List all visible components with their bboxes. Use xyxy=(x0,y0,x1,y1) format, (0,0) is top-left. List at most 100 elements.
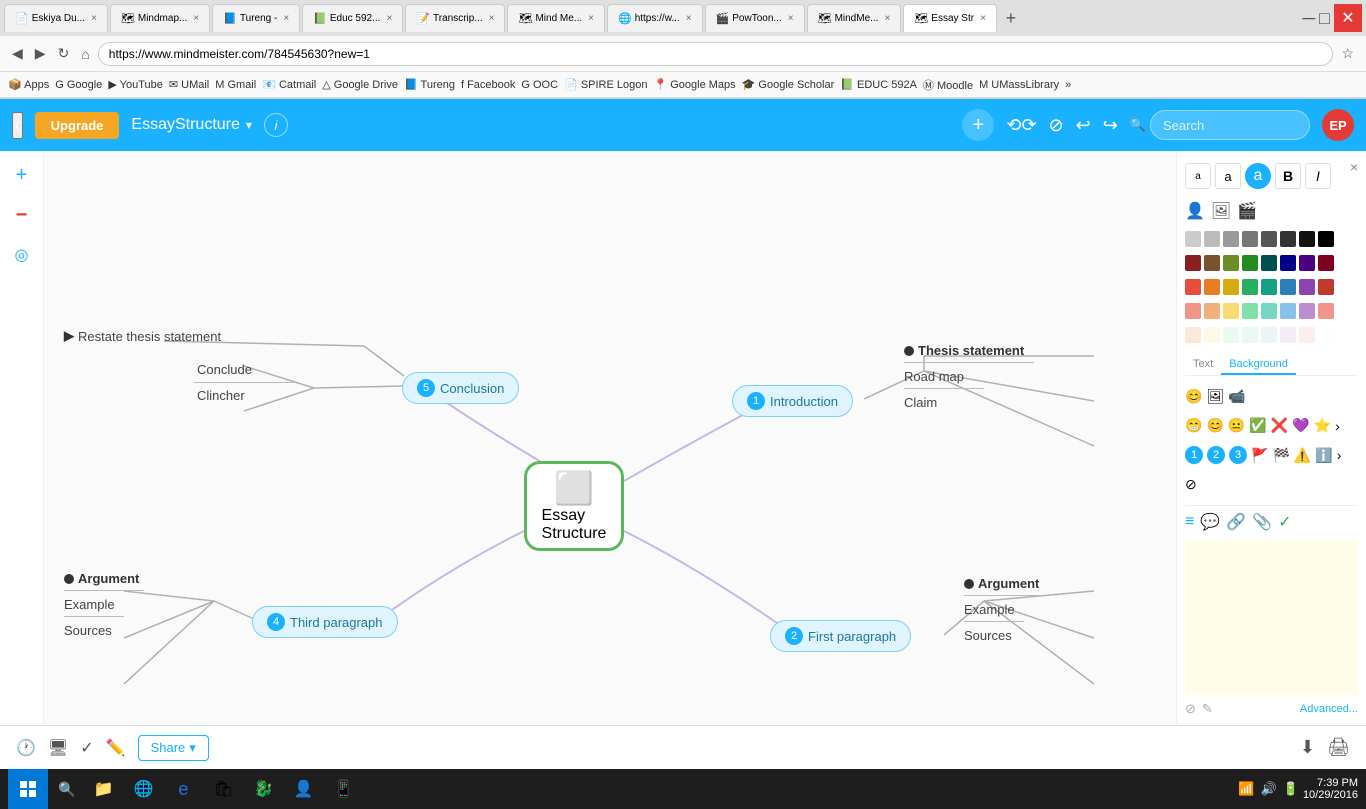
color-swatch-r1[interactable] xyxy=(1185,255,1201,271)
text-size-small-btn[interactable]: a xyxy=(1185,163,1211,189)
tab-mindmap1[interactable]: 🗺Mindmap...× xyxy=(110,4,210,32)
taskbar-app1[interactable]: 🐉 xyxy=(245,771,281,807)
tab-eskiya[interactable]: 📄Eskiya Du...× xyxy=(4,4,108,32)
smiley-icon[interactable]: 😊 xyxy=(1185,388,1202,405)
check-button[interactable]: ✓ xyxy=(80,738,93,758)
image-icon[interactable]: 🖼 xyxy=(1211,201,1231,221)
road-map-item[interactable]: Road map xyxy=(904,367,1034,386)
tab-background[interactable]: Background xyxy=(1221,355,1296,375)
argument-tp-label[interactable]: Argument xyxy=(78,571,139,586)
layout-button[interactable]: ⟲⟳ xyxy=(1006,115,1036,136)
tab-tureng[interactable]: 📘Tureng -× xyxy=(212,4,300,32)
thesis-statement-label[interactable]: Thesis statement xyxy=(918,343,1024,358)
text-size-large-btn[interactable]: a xyxy=(1245,163,1271,189)
bookmark-gmail[interactable]: M Gmail xyxy=(215,79,256,91)
home-button[interactable]: ⌂ xyxy=(77,44,93,64)
maximize-button[interactable]: □ xyxy=(1319,8,1330,29)
color-swatch-p3[interactable] xyxy=(1223,327,1239,343)
color-swatch-r5[interactable] xyxy=(1261,255,1277,271)
color-swatch-r6[interactable] xyxy=(1280,255,1296,271)
color-swatch-gray4[interactable] xyxy=(1242,231,1258,247)
claim-item[interactable]: Claim xyxy=(904,393,1034,412)
color-swatch-m6[interactable] xyxy=(1280,279,1296,295)
sources-tp-item[interactable]: Sources xyxy=(64,621,144,640)
bookmark-apps[interactable]: 📦 Apps xyxy=(8,78,49,91)
download-button[interactable]: ⬇ xyxy=(1300,737,1315,758)
color-swatch-p6[interactable] xyxy=(1280,327,1296,343)
color-swatch-r8[interactable] xyxy=(1318,255,1334,271)
add-toolbar-button[interactable]: + xyxy=(6,159,38,191)
color-swatch-l2[interactable] xyxy=(1204,303,1220,319)
num1[interactable]: 1 xyxy=(1185,446,1203,464)
color-swatch-r4[interactable] xyxy=(1242,255,1258,271)
third-paragraph-node[interactable]: 4 Third paragraph xyxy=(252,606,398,638)
attachment-icon[interactable]: 📎 xyxy=(1252,512,1272,532)
color-swatch-l5[interactable] xyxy=(1261,303,1277,319)
search-input[interactable] xyxy=(1150,110,1310,140)
bold-btn[interactable]: B xyxy=(1275,163,1301,189)
color-swatch-m5[interactable] xyxy=(1261,279,1277,295)
grinning-face[interactable]: 😁 xyxy=(1185,417,1202,434)
taskbar-chrome[interactable]: 🌐 xyxy=(125,771,161,807)
color-swatch-black[interactable] xyxy=(1318,231,1334,247)
forward-button[interactable]: ▶ xyxy=(31,43,50,64)
example-tp-item[interactable]: Example xyxy=(64,595,144,614)
star[interactable]: ⭐ xyxy=(1314,417,1331,434)
note-textarea[interactable] xyxy=(1185,540,1358,695)
back-button[interactable]: ◀ xyxy=(8,43,27,64)
block-button[interactable]: ⊘ xyxy=(1049,115,1064,136)
color-swatch-p4[interactable] xyxy=(1242,327,1258,343)
bookmark-tureng[interactable]: 📘 Tureng xyxy=(404,78,455,91)
tab-mindme2[interactable]: 🗺MindMe...× xyxy=(807,4,902,32)
color-swatch-gray2[interactable] xyxy=(1204,231,1220,247)
color-swatch-m2[interactable] xyxy=(1204,279,1220,295)
back-nav-button[interactable]: ‹ xyxy=(12,112,23,139)
bookmark-gmaps[interactable]: 📍 Google Maps xyxy=(653,78,735,91)
bookmark-more[interactable]: » xyxy=(1065,79,1071,91)
bookmark-catmail[interactable]: 📧 Catmail xyxy=(262,78,316,91)
bookmark-gscholar[interactable]: 🎓 Google Scholar xyxy=(742,78,835,91)
star-button[interactable]: ☆ xyxy=(1337,43,1358,64)
tab-educ[interactable]: 📗Educ 592...× xyxy=(302,4,403,32)
video-icon[interactable]: 🎬 xyxy=(1237,201,1257,221)
color-swatch-r7[interactable] xyxy=(1299,255,1315,271)
video-upload-icon[interactable]: 📹 xyxy=(1228,388,1245,405)
color-swatch-m3[interactable] xyxy=(1223,279,1239,295)
color-swatch-m7[interactable] xyxy=(1299,279,1315,295)
color-swatch-l7[interactable] xyxy=(1299,303,1315,319)
new-tab-button[interactable]: + xyxy=(999,6,1023,30)
flag-green[interactable]: 🏁 xyxy=(1272,447,1289,464)
text-size-medium-btn[interactable]: a xyxy=(1215,163,1241,189)
bookmark-umass[interactable]: M UMassLibrary xyxy=(979,79,1059,91)
start-button[interactable] xyxy=(8,769,48,809)
taskbar-edge[interactable]: e xyxy=(165,771,201,807)
center-node[interactable]: ⬜ Essay Structure xyxy=(524,461,624,551)
example-fp-item[interactable]: Example xyxy=(964,600,1044,619)
checkmark-icon[interactable]: ✓ xyxy=(1278,512,1291,532)
zoom-out-button[interactable]: − xyxy=(6,199,38,231)
color-swatch-m1[interactable] xyxy=(1185,279,1201,295)
check-green[interactable]: ✅ xyxy=(1249,417,1266,434)
bubble-icon[interactable]: 💬 xyxy=(1200,512,1220,532)
link-icon[interactable]: 🔗 xyxy=(1226,512,1246,532)
bookmark-umail[interactable]: ✉ UMail xyxy=(169,78,209,91)
person-icon[interactable]: 👤 xyxy=(1185,201,1205,221)
num2[interactable]: 2 xyxy=(1207,446,1225,464)
bookmark-educ[interactable]: 📗 EDUC 592A xyxy=(840,78,917,91)
color-swatch-gray6[interactable] xyxy=(1280,231,1296,247)
bookmark-gdrive[interactable]: △ Google Drive xyxy=(322,78,398,91)
color-swatch-l4[interactable] xyxy=(1242,303,1258,319)
color-swatch-m4[interactable] xyxy=(1242,279,1258,295)
tab-text[interactable]: Text xyxy=(1185,355,1221,375)
color-swatch-m8[interactable] xyxy=(1318,279,1334,295)
note-edit-icon[interactable]: ✎ xyxy=(1202,701,1213,717)
info[interactable]: ℹ️ xyxy=(1315,447,1332,464)
color-swatch-l1[interactable] xyxy=(1185,303,1201,319)
taskbar-file-explorer[interactable]: 📁 xyxy=(85,771,121,807)
color-swatch-p5[interactable] xyxy=(1261,327,1277,343)
taskbar-app3[interactable]: 📱 xyxy=(325,771,361,807)
close-window-button[interactable]: ✕ xyxy=(1334,4,1362,32)
app-title[interactable]: EssayStructure ▾ xyxy=(131,116,252,134)
panel-close-button[interactable]: × xyxy=(1350,159,1358,175)
color-swatch-p2[interactable] xyxy=(1204,327,1220,343)
